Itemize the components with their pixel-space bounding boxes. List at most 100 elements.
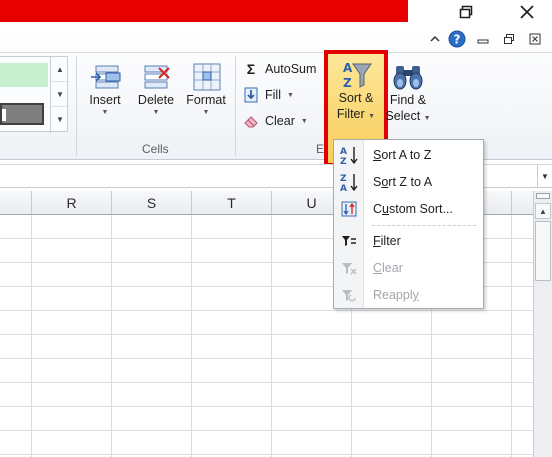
insert-label: Insert bbox=[89, 93, 121, 107]
chevron-down-icon: ▼ bbox=[541, 171, 549, 181]
menu-item-label: Clear bbox=[373, 261, 403, 275]
gridline bbox=[111, 215, 112, 457]
fill-label: Fill bbox=[265, 88, 281, 102]
menu-item-reapply[interactable]: Reapply bbox=[334, 282, 483, 308]
style-swatch-good[interactable] bbox=[0, 63, 48, 87]
find-select-label-line2: Select ▼ bbox=[385, 108, 430, 127]
clear-button[interactable]: Clear ▼ bbox=[243, 110, 308, 132]
sort-filter-menu: A Z Sort A to Z Z A Sort Z to A Custom S… bbox=[333, 139, 484, 309]
gallery-more[interactable]: ▼ bbox=[51, 107, 69, 132]
more-icon: ▼ bbox=[56, 115, 64, 124]
restore-icon bbox=[504, 34, 514, 44]
gridline bbox=[271, 215, 272, 457]
menu-item-custom-sort[interactable]: Custom Sort... bbox=[334, 196, 483, 222]
chevron-down-icon: ▼ bbox=[56, 89, 64, 99]
find-select-button[interactable]: Find & Select ▼ bbox=[385, 56, 431, 140]
chevron-up-icon: ▲ bbox=[539, 206, 547, 216]
cells-group-label: Cells bbox=[142, 142, 169, 156]
menu-item-clear[interactable]: Clear bbox=[334, 255, 483, 281]
access-key: S bbox=[373, 148, 382, 162]
insert-cells-icon bbox=[91, 65, 121, 89]
sort-filter-icon: A Z bbox=[343, 61, 372, 90]
menu-item-sort-z-to-a[interactable]: Z A Sort Z to A bbox=[334, 169, 483, 195]
help-button[interactable]: ? bbox=[448, 30, 466, 48]
scroll-thumb[interactable] bbox=[535, 221, 551, 281]
close-icon bbox=[529, 33, 541, 45]
column-header-r[interactable]: R bbox=[32, 191, 112, 215]
restore-button[interactable] bbox=[448, 0, 484, 24]
svg-text:?: ? bbox=[454, 33, 461, 47]
close-button[interactable] bbox=[509, 0, 545, 24]
sort-filter-label-line2: Filter ▼ bbox=[337, 106, 375, 125]
menu-separator bbox=[372, 225, 476, 226]
format-label: Format bbox=[186, 93, 226, 107]
sort-ascending-icon: A Z bbox=[334, 142, 364, 168]
fill-button[interactable]: Fill ▼ bbox=[243, 84, 294, 106]
menu-item-filter[interactable]: Filter bbox=[334, 228, 483, 254]
sigma-icon: Σ bbox=[246, 61, 256, 77]
split-box[interactable] bbox=[536, 193, 550, 199]
sort-filter-label-line1: Sort & bbox=[338, 91, 374, 105]
chevron-down-icon: ▼ bbox=[300, 117, 308, 125]
access-key: u bbox=[382, 202, 389, 216]
chevron-down-icon: ▼ bbox=[152, 109, 160, 116]
style-swatch-check-cell[interactable] bbox=[0, 103, 44, 125]
delete-label: Delete bbox=[137, 93, 175, 107]
gridline bbox=[191, 215, 192, 457]
autosum-button[interactable]: Σ AutoSum ▼ bbox=[243, 58, 330, 80]
title-bar-highlight bbox=[0, 0, 408, 22]
fill-down-icon bbox=[243, 87, 259, 103]
access-key: F bbox=[373, 234, 381, 248]
access-key: C bbox=[373, 261, 383, 275]
ribbon-window-controls: ? bbox=[422, 30, 552, 50]
insert-button[interactable]: Insert ▼ bbox=[82, 56, 128, 140]
group-separator bbox=[76, 56, 77, 156]
restore-icon bbox=[459, 5, 473, 19]
expand-formula-bar-button[interactable]: ▼ bbox=[537, 165, 552, 187]
help-icon: ? bbox=[448, 30, 466, 48]
delete-cells-icon bbox=[144, 65, 170, 89]
svg-text:Z: Z bbox=[340, 174, 347, 184]
workbook-restore-button[interactable] bbox=[500, 30, 518, 48]
menu-item-label: Reapply bbox=[373, 288, 419, 302]
format-button[interactable]: Format ▼ bbox=[182, 56, 230, 140]
style-swatch-marker bbox=[2, 109, 6, 121]
access-key: y bbox=[412, 288, 419, 302]
chevron-down-icon: ▼ bbox=[202, 109, 210, 116]
custom-sort-icon bbox=[334, 196, 364, 222]
workbook-close-button[interactable] bbox=[526, 30, 544, 48]
cell-styles-gallery[interactable]: ▲ ▼ ▼ bbox=[0, 56, 69, 133]
chevron-down-icon: ▼ bbox=[101, 109, 109, 116]
clear-label: Clear bbox=[265, 114, 295, 128]
column-header-t[interactable]: T bbox=[192, 191, 272, 215]
column-header-x[interactable] bbox=[512, 191, 533, 215]
gallery-scroll-down[interactable]: ▼ bbox=[51, 82, 69, 107]
svg-text:A: A bbox=[343, 61, 353, 75]
format-cells-icon bbox=[193, 63, 221, 91]
column-header-s[interactable]: S bbox=[112, 191, 192, 215]
find-select-label-line1: Find & bbox=[389, 93, 427, 107]
gallery-scroll-up[interactable]: ▲ bbox=[51, 57, 69, 82]
chevron-down-icon: ▼ bbox=[368, 113, 376, 120]
group-separator bbox=[235, 56, 236, 156]
workbook-minimize-button[interactable] bbox=[474, 30, 492, 48]
menu-item-sort-a-to-z[interactable]: A Z Sort A to Z bbox=[334, 142, 483, 168]
sort-descending-icon: Z A bbox=[334, 169, 364, 195]
chevron-up-icon bbox=[430, 35, 440, 42]
minimize-icon bbox=[477, 39, 489, 44]
title-bar bbox=[0, 0, 552, 26]
minimize-ribbon-button[interactable] bbox=[426, 30, 444, 48]
ribbon-divider bbox=[0, 52, 552, 53]
delete-button[interactable]: Delete ▼ bbox=[133, 56, 179, 140]
menu-item-label: Sort Z to A bbox=[373, 175, 433, 189]
find-select-label-text: Select bbox=[385, 109, 421, 123]
svg-text:A: A bbox=[340, 147, 347, 157]
scroll-up-button[interactable]: ▲ bbox=[535, 203, 551, 219]
chevron-down-icon: ▼ bbox=[286, 91, 294, 99]
eraser-icon bbox=[243, 113, 259, 129]
column-header-partial[interactable] bbox=[0, 191, 32, 215]
menu-item-label: Sort A to Z bbox=[373, 148, 432, 162]
vertical-scrollbar[interactable]: ▲ bbox=[533, 191, 552, 457]
clear-filter-icon bbox=[334, 255, 364, 281]
chevron-down-icon: ▼ bbox=[423, 115, 431, 122]
